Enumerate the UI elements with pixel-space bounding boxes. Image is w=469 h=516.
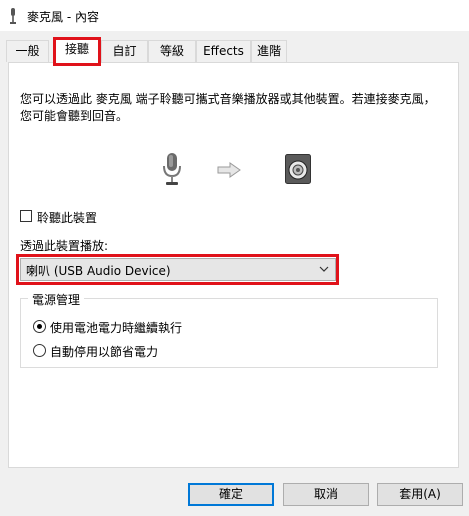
apply-button[interactable]: 套用(A) xyxy=(377,483,463,506)
arrow-right-icon xyxy=(217,162,241,178)
microphone-icon xyxy=(10,8,16,24)
listen-checkbox-label[interactable]: 聆聽此裝置 xyxy=(37,209,97,226)
radio-button-continue[interactable] xyxy=(33,320,46,333)
tab-custom[interactable]: 自訂 xyxy=(101,40,148,62)
listen-description: 您可以透過此 麥克風 端子聆聽可攜式音樂播放器或其他裝置。若連接麥克風，您可能會… xyxy=(20,92,436,123)
power-group-title: 電源管理 xyxy=(28,291,85,308)
ok-button[interactable]: 確定 xyxy=(188,483,274,506)
dropdown-highlight-box xyxy=(16,254,339,285)
tab-general[interactable]: 一般 xyxy=(6,40,49,62)
speaker-icon xyxy=(285,154,311,184)
tab-effects[interactable]: Effects xyxy=(196,40,251,62)
cancel-button[interactable]: 取消 xyxy=(283,483,369,506)
tab-advanced[interactable]: 進階 xyxy=(251,40,287,62)
playback-label: 透過此裝置播放: xyxy=(20,239,109,253)
title-bar: 麥克風 - 內容 xyxy=(0,0,469,31)
listen-checkbox[interactable] xyxy=(20,210,32,222)
window-title: 麥克風 - 內容 xyxy=(27,10,99,24)
tab-levels[interactable]: 等級 xyxy=(148,40,196,62)
radio-label-continue[interactable]: 使用電池電力時繼續執行 xyxy=(50,319,182,336)
microphone-device-icon xyxy=(163,153,181,185)
radio-button-auto-disable[interactable] xyxy=(33,344,46,357)
tab-highlight-box xyxy=(53,37,101,66)
radio-label-auto-disable[interactable]: 自動停用以節省電力 xyxy=(50,343,158,360)
